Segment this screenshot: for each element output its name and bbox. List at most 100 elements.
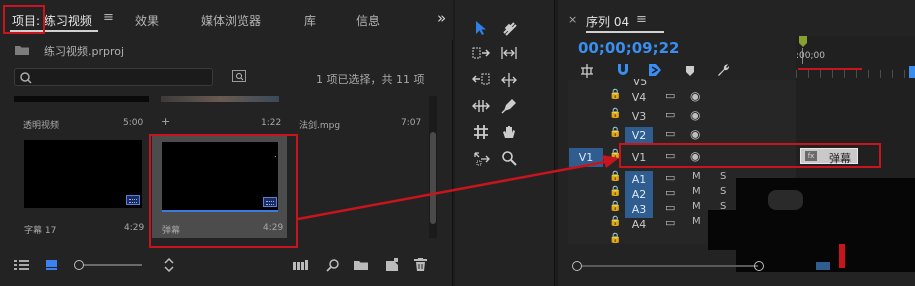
trash-icon[interactable]	[414, 258, 427, 272]
solo-button[interactable]: S	[720, 186, 726, 197]
sequence-badge-icon	[126, 195, 140, 205]
snap-icon[interactable]	[616, 63, 630, 77]
track-select-tool-icon[interactable]	[498, 20, 520, 40]
zoom-slider-handle[interactable]	[74, 260, 84, 270]
audio-meter-peak	[839, 244, 845, 268]
tab-info[interactable]: 信息	[356, 12, 380, 29]
highlight-box-project-tab	[3, 5, 45, 34]
mute-button[interactable]: M	[692, 186, 701, 197]
track-name-v2[interactable]: V2	[625, 127, 653, 144]
toggle-sync-lock-icon[interactable]: ▭	[665, 108, 675, 121]
lock-icon[interactable]: 🔒	[609, 216, 621, 227]
clip-name-untitled[interactable]: +	[161, 115, 170, 128]
linked-selection-icon[interactable]	[648, 63, 662, 77]
timeline-settings-wrench-icon[interactable]	[716, 63, 730, 77]
toggle-sync-lock-icon[interactable]: ▭	[665, 127, 675, 140]
lock-icon[interactable]: 🔒	[609, 233, 621, 244]
tab-effects[interactable]: 效果	[135, 12, 159, 29]
clip-duration: 4:29	[124, 223, 145, 233]
panel-menu-icon[interactable]: ≡	[103, 10, 114, 25]
tab-media-browser[interactable]: 媒体浏览器	[201, 12, 261, 29]
sequence-menu-icon[interactable]: ≡	[636, 12, 647, 27]
new-search-bin-icon[interactable]	[232, 70, 246, 82]
pen-tool-icon[interactable]	[498, 98, 520, 118]
playhead[interactable]	[909, 66, 915, 78]
clip-name: 字幕 17	[24, 226, 57, 236]
lock-icon[interactable]: 🔒	[609, 171, 621, 182]
slide-tool-icon[interactable]	[470, 124, 492, 144]
clip-duration: 1:22	[261, 118, 282, 128]
eye-icon[interactable]: ◉	[690, 89, 700, 103]
hand-tool-icon[interactable]	[498, 124, 520, 144]
redacted-area	[768, 190, 803, 210]
lock-icon[interactable]: 🔒	[609, 89, 621, 100]
clip-duration: 5:00	[123, 118, 144, 128]
track-row-v3: 🔒 V3 ▭ ◉	[558, 107, 796, 126]
ruler-ticks	[796, 70, 915, 78]
video-frame	[24, 140, 142, 208]
clip-name-mpg[interactable]: 法剑.mpg	[299, 118, 340, 131]
lock-icon[interactable]: 🔒	[609, 127, 621, 138]
mute-button[interactable]: M	[692, 216, 701, 227]
bin-icon	[14, 44, 30, 56]
audio-meter	[816, 262, 830, 270]
redacted-area	[708, 210, 738, 250]
tab-libraries[interactable]: 库	[304, 12, 316, 29]
new-item-icon[interactable]	[385, 258, 399, 272]
close-tab-icon[interactable]: ×	[568, 13, 577, 26]
mute-button[interactable]: M	[692, 171, 701, 182]
track-row-v5: V5	[558, 79, 796, 87]
solo-button[interactable]: S	[720, 171, 726, 182]
active-tab-underline	[586, 31, 664, 33]
eye-icon[interactable]: ◉	[690, 108, 700, 122]
toggle-sync-lock-icon[interactable]: ▭	[665, 186, 675, 199]
clip-duration: 7:07	[401, 118, 422, 128]
icon-view-icon[interactable]	[45, 259, 58, 271]
eye-icon[interactable]: ◉	[690, 127, 700, 141]
track-name-v3[interactable]: V3	[625, 108, 653, 125]
selection-tool-icon[interactable]	[470, 20, 492, 40]
track-select-backward-icon[interactable]	[470, 150, 492, 170]
sequence-panel: × 序列 04 ≡ 00;00;09;22 V1 V5 🔒 V4 ▭ ◉ 🔒 V…	[558, 0, 915, 286]
rate-stretch-tool-icon[interactable]	[470, 72, 492, 92]
track-name-v5[interactable]: V5	[626, 79, 654, 87]
toggle-sync-lock-icon[interactable]: ▭	[665, 201, 675, 214]
sequence-tab-title[interactable]: 序列 04	[586, 13, 629, 30]
timecode-display[interactable]: 00;00;09;22	[578, 39, 680, 57]
sort-icon[interactable]	[163, 257, 175, 273]
clip-name-transparent-video[interactable]: 透明视频	[23, 118, 59, 131]
search-input[interactable]	[14, 68, 213, 86]
list-view-icon[interactable]	[14, 258, 30, 272]
toggle-sync-lock-icon[interactable]: ▭	[665, 89, 675, 102]
project-scrollbar[interactable]	[429, 96, 437, 238]
insert-sequence-as-nest-icon[interactable]	[580, 64, 594, 78]
ripple-edit-tool-icon[interactable]	[470, 46, 492, 66]
project-panel: 项目: 练习视频 ≡ 效果 媒体浏览器 库 信息 » 练习视频.prproj 1…	[0, 0, 453, 286]
automate-to-sequence-icon[interactable]	[293, 259, 309, 271]
scrollbar-thumb[interactable]	[430, 132, 436, 224]
project-filename: 练习视频.prproj	[44, 45, 125, 58]
rolling-edit-tool-icon[interactable]	[498, 46, 520, 66]
tab-overflow-icon[interactable]: »	[437, 9, 446, 27]
toggle-sync-lock-icon[interactable]: ▭	[665, 171, 675, 184]
lock-icon[interactable]: 🔒	[609, 201, 621, 212]
toggle-sync-lock-icon[interactable]: ▭	[665, 216, 675, 229]
timeline-horizontal-scrollbar[interactable]	[572, 261, 764, 271]
panel-tab-bar: 项目: 练习视频 ≡ 效果 媒体浏览器 库 信息 »	[0, 0, 453, 40]
mute-button[interactable]: M	[692, 201, 701, 212]
zoom-slider[interactable]	[74, 260, 142, 270]
razor-tool-icon[interactable]	[498, 72, 520, 92]
zoom-tool-icon[interactable]	[498, 150, 520, 170]
clip-thumbnail-subtitle[interactable]: 字幕 17 4:29	[22, 140, 144, 236]
track-name-v4[interactable]: V4	[625, 89, 653, 106]
lock-icon[interactable]: 🔒	[609, 186, 621, 197]
new-bin-icon[interactable]	[354, 259, 369, 271]
scroll-end-handle[interactable]	[754, 261, 764, 271]
in-point-marker[interactable]	[798, 36, 808, 48]
scroll-start-handle[interactable]	[572, 261, 582, 271]
find-icon[interactable]	[326, 258, 340, 272]
track-name-a4[interactable]: A4	[625, 216, 653, 233]
add-marker-icon[interactable]	[685, 65, 695, 77]
lock-icon[interactable]: 🔒	[609, 108, 621, 119]
slip-tool-icon[interactable]	[470, 98, 492, 118]
